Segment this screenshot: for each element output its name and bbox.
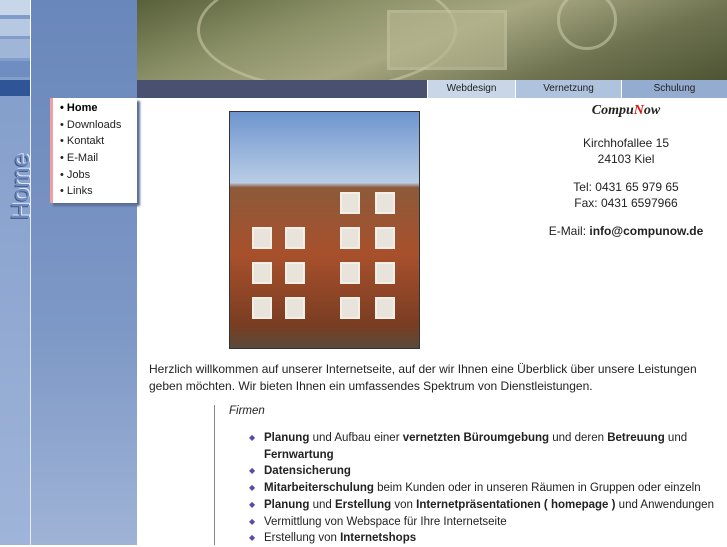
menu-item-downloads[interactable]: • Downloads (53, 117, 137, 134)
services-list: Planung und Aufbau einer vernetzten Büro… (229, 430, 714, 547)
service-item: Erstellung von Internetshops (249, 530, 714, 547)
service-item: Mitarbeiterschulung beim Kunden oder in … (249, 480, 714, 497)
services-block: Firmen Planung und Aufbau einer vernetzt… (214, 405, 714, 547)
service-item: Datensicherung (249, 463, 714, 480)
header-image (137, 0, 727, 80)
photo-window (285, 262, 305, 284)
photo-window (340, 192, 360, 214)
photo-window (375, 192, 395, 214)
street: Kirchhofallee 15 (582, 136, 670, 150)
tab-webdesign[interactable]: Webdesign (427, 80, 515, 98)
photo-window (340, 262, 360, 284)
contact-info: CompuNow Kirchhofallee 15 24103 Kiel Tel… (526, 103, 726, 239)
email-row: E-Mail: info@compunow.de (548, 224, 704, 238)
service-item: Vermittlung von Webspace für Ihre Intern… (249, 514, 714, 531)
tab-vernetzung[interactable]: Vernetzung (515, 80, 621, 98)
photo-window (375, 227, 395, 249)
logo: CompuNow (591, 103, 661, 118)
sidebar-menu: • Home • Downloads • Kontakt • E-Mail • Jobs… (50, 98, 137, 203)
photo-window (285, 297, 305, 319)
tab-schulung[interactable]: Schulung (621, 80, 727, 98)
menu-item-links[interactable]: • Links (53, 183, 137, 200)
phone: Tel: 0431 65 979 65 (573, 180, 679, 194)
left-decor-strip (0, 0, 30, 545)
menu-item-kontakt[interactable]: • Kontakt (53, 133, 137, 150)
service-item: Planung und Aufbau einer vernetzten Büro… (249, 430, 714, 463)
service-item: Planung und Erstellung von Internetpräse… (249, 497, 714, 514)
building-photo (229, 111, 420, 349)
intro-text: Herzlich willkommen auf unserer Internet… (149, 362, 697, 393)
photo-window (375, 262, 395, 284)
photo-window (285, 227, 305, 249)
photo-window (340, 227, 360, 249)
menu-item-e-mail[interactable]: • E-Mail (53, 150, 137, 167)
section-vertical-title: Home (6, 153, 35, 220)
left-column (31, 0, 137, 545)
menu-item-home[interactable]: • Home (53, 100, 137, 117)
photo-window (252, 227, 272, 249)
photo-window (252, 297, 272, 319)
photo-window (252, 262, 272, 284)
photo-window (340, 297, 360, 319)
menu-item-jobs[interactable]: • Jobs (53, 167, 137, 184)
fax: Fax: 0431 6597966 (574, 196, 678, 210)
section-title: Firmen (229, 405, 265, 417)
photo-window (375, 297, 395, 319)
top-nav: Webdesign Vernetzung Schulung (137, 80, 727, 98)
city: 24103 Kiel (597, 152, 655, 166)
email-link[interactable]: info@compunow.de (589, 224, 703, 238)
